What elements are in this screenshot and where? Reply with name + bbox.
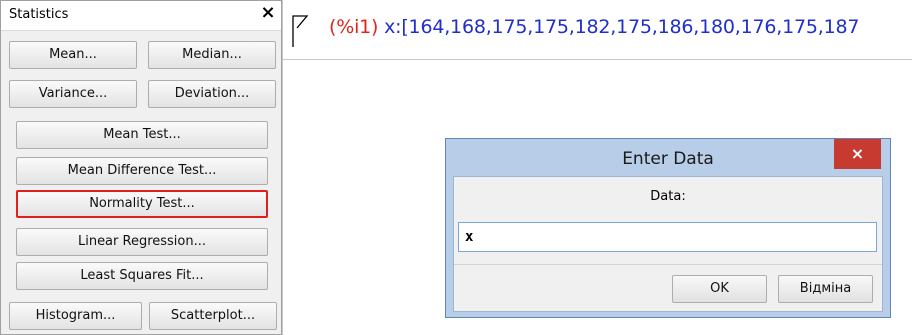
mean-difference-test-button[interactable]: Mean Difference Test...: [16, 157, 268, 185]
dialog-title: Enter Data: [622, 149, 714, 169]
linear-regression-button[interactable]: Linear Regression...: [16, 228, 268, 256]
normality-test-button[interactable]: Normality Test...: [16, 190, 268, 218]
histogram-button[interactable]: Histogram...: [9, 302, 142, 330]
least-squares-fit-button[interactable]: Least Squares Fit...: [16, 262, 268, 290]
input-line[interactable]: (%i1) x:[164,168,175,175,182,175,186,180…: [329, 16, 859, 38]
dialog-body: Data: x OK Відміна: [453, 176, 883, 312]
enter-data-dialog: Enter Data × Data: x OK Відміна: [445, 138, 891, 318]
scatterplot-button[interactable]: Scatterplot...: [149, 302, 277, 330]
mean-button[interactable]: Mean...: [9, 41, 137, 69]
close-icon[interactable]: ×: [259, 4, 277, 22]
dialog-close-icon[interactable]: ×: [834, 139, 881, 169]
cell-bracket-icon[interactable]: [291, 14, 313, 48]
mean-test-button[interactable]: Mean Test...: [16, 121, 268, 149]
panel-title: Statistics: [9, 7, 69, 22]
data-input[interactable]: x: [458, 222, 877, 252]
statistics-panel: Statistics × Mean... Median... Variance.…: [0, 0, 282, 335]
median-button[interactable]: Median...: [148, 41, 276, 69]
statistics-panel-header: Statistics ×: [1, 1, 281, 31]
input-cell[interactable]: (%i1) x:[164,168,175,175,182,175,186,180…: [283, 0, 912, 60]
ok-button[interactable]: OK: [672, 275, 767, 303]
input-code[interactable]: x:[164,168,175,175,182,175,186,180,176,1…: [384, 16, 859, 38]
dialog-divider: [454, 264, 882, 265]
deviation-button[interactable]: Deviation...: [148, 80, 276, 108]
data-label: Data:: [650, 189, 686, 204]
input-label: (%i1): [329, 16, 379, 38]
variance-button[interactable]: Variance...: [9, 80, 137, 108]
cancel-button[interactable]: Відміна: [778, 275, 873, 303]
